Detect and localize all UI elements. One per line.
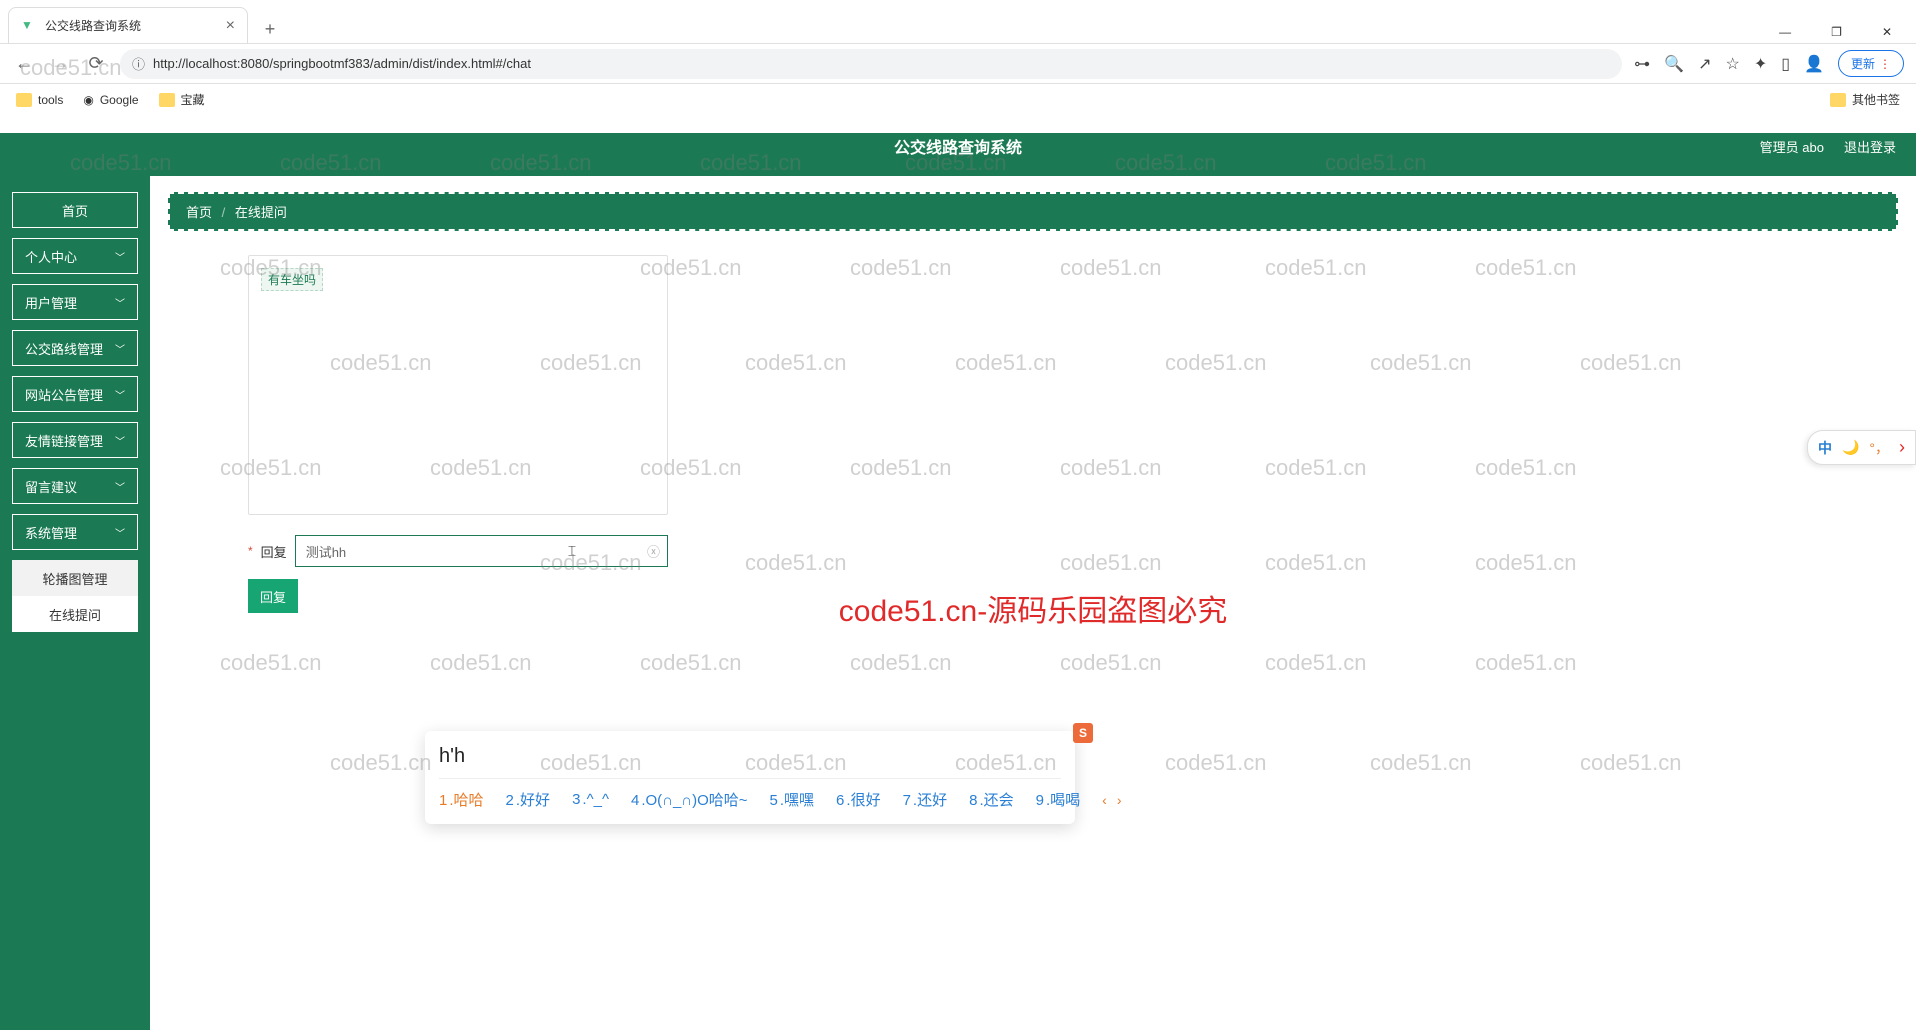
- sidebar-item-home[interactable]: 首页: [12, 192, 138, 228]
- folder-icon: [159, 93, 175, 107]
- reply-label: 回复: [261, 542, 287, 561]
- chevron-down-icon: ﹀: [115, 295, 125, 310]
- ime-buffer: h'h: [439, 741, 1061, 779]
- sidebar-submenu: 轮播图管理 在线提问: [12, 560, 138, 632]
- ime-candidate-7[interactable]: 7.还好: [903, 789, 948, 810]
- chevron-down-icon: ﹀: [115, 433, 125, 448]
- ime-candidates: 1.哈哈 2.好好 3.^_^ 4.O(∩_∩)O哈哈~ 5.嘿嘿 6.很好 7…: [439, 779, 1061, 810]
- reload-button[interactable]: ⟳: [84, 52, 108, 76]
- folder-icon: [1830, 93, 1846, 107]
- address-bar: ← → ⟳ ⓘ http://localhost:8080/springboot…: [0, 44, 1916, 84]
- scallop-decoration: [0, 115, 1916, 133]
- profile-icon[interactable]: 👤: [1804, 54, 1824, 74]
- chevron-down-icon: ﹀: [115, 249, 125, 264]
- app-title: 公交线路查询系统: [894, 134, 1022, 158]
- required-asterisk: *: [248, 544, 253, 558]
- submenu-carousel-mgmt[interactable]: 轮播图管理: [12, 560, 138, 596]
- chevron-down-icon: ﹀: [115, 341, 125, 356]
- reply-row: * 回复 ⌶ ⓧ: [248, 535, 668, 567]
- text-cursor-icon: ⌶: [568, 543, 576, 560]
- sidebar-item-busline-mgmt[interactable]: 公交路线管理﹀: [12, 330, 138, 366]
- panel-icon[interactable]: ▯: [1781, 54, 1790, 74]
- bookmarks-bar: tools ◉Google 宝藏 其他书签: [0, 84, 1916, 116]
- minimize-icon[interactable]: —: [1771, 21, 1799, 43]
- share-icon[interactable]: ↗: [1698, 54, 1711, 74]
- breadcrumb-current: 在线提问: [235, 205, 287, 220]
- watermark-red: code51.cn-源码乐园盗图必究: [839, 586, 1227, 630]
- key-icon[interactable]: ⊶: [1634, 54, 1650, 74]
- chevron-down-icon: ﹀: [115, 387, 125, 402]
- ime-candidate-5[interactable]: 5.嘿嘿: [770, 789, 815, 810]
- forward-button[interactable]: →: [48, 52, 72, 76]
- ime-prev-icon[interactable]: ‹: [1102, 792, 1107, 808]
- vue-favicon: ▼: [21, 18, 37, 34]
- chat-message: 有车坐吗: [261, 268, 323, 291]
- extensions-icon[interactable]: ✦: [1754, 54, 1767, 74]
- site-info-icon[interactable]: ⓘ: [132, 54, 145, 73]
- clear-input-icon[interactable]: ⓧ: [647, 542, 660, 561]
- moon-icon[interactable]: 🌙: [1842, 439, 1859, 456]
- bookmark-tools[interactable]: tools: [16, 93, 63, 107]
- breadcrumb: 首页 / 在线提问: [168, 192, 1898, 231]
- sidebar-item-feedback[interactable]: 留言建议﹀: [12, 468, 138, 504]
- back-button[interactable]: ←: [12, 52, 36, 76]
- update-button[interactable]: 更新 ⋮: [1838, 50, 1904, 77]
- content-area: 首页 / 在线提问 有车坐吗 * 回复 ⌶ ⓧ 回复 S h'h: [150, 176, 1916, 1030]
- sidebar-item-notice-mgmt[interactable]: 网站公告管理﹀: [12, 376, 138, 412]
- folder-icon: [16, 93, 32, 107]
- search-icon[interactable]: 🔍: [1664, 54, 1684, 74]
- logout-link[interactable]: 退出登录: [1844, 137, 1896, 156]
- browser-tab[interactable]: ▼ 公交线路查询系统 ×: [8, 7, 248, 43]
- sogou-ime-logo: S: [1073, 723, 1093, 743]
- url-input[interactable]: ⓘ http://localhost:8080/springbootmf383/…: [120, 49, 1622, 79]
- ime-next-icon[interactable]: ›: [1117, 792, 1122, 808]
- close-tab-icon[interactable]: ×: [226, 17, 235, 35]
- expand-arrow-icon[interactable]: ›: [1899, 437, 1905, 458]
- main-area: 首页 个人中心﹀ 用户管理﹀ 公交路线管理﹀ 网站公告管理﹀ 友情链接管理﹀ 留…: [0, 176, 1916, 1030]
- ime-candidate-9[interactable]: 9.喝喝: [1036, 789, 1081, 810]
- bookmark-baozang[interactable]: 宝藏: [159, 91, 205, 108]
- chevron-down-icon: ﹀: [115, 479, 125, 494]
- chevron-down-icon: ﹀: [115, 525, 125, 540]
- google-icon: ◉: [83, 93, 93, 107]
- ime-candidate-6[interactable]: 6.很好: [836, 789, 881, 810]
- sidebar-item-profile[interactable]: 个人中心﹀: [12, 238, 138, 274]
- ime-status-widget[interactable]: 中 🌙 °， ›: [1807, 430, 1916, 465]
- bookmark-google[interactable]: ◉Google: [83, 93, 138, 107]
- sidebar-item-user-mgmt[interactable]: 用户管理﹀: [12, 284, 138, 320]
- browser-tab-strip: ▼ 公交线路查询系统 × + — ❐ ✕: [0, 0, 1916, 44]
- new-tab-button[interactable]: +: [256, 15, 284, 43]
- ime-candidate-1[interactable]: 1.哈哈: [439, 789, 484, 810]
- maximize-icon[interactable]: ❐: [1823, 21, 1850, 43]
- chat-box: 有车坐吗 * 回复 ⌶ ⓧ 回复: [248, 255, 668, 613]
- ime-popup: S h'h 1.哈哈 2.好好 3.^_^ 4.O(∩_∩)O哈哈~ 5.嘿嘿 …: [425, 731, 1075, 824]
- url-text: http://localhost:8080/springbootmf383/ad…: [153, 56, 531, 71]
- ime-candidate-8[interactable]: 8.还会: [969, 789, 1014, 810]
- breadcrumb-home[interactable]: 首页: [186, 205, 212, 220]
- breadcrumb-separator: /: [222, 205, 226, 220]
- current-user[interactable]: 管理员 abo: [1760, 137, 1824, 156]
- ime-candidate-2[interactable]: 2.好好: [506, 789, 551, 810]
- ime-lang-indicator[interactable]: 中: [1818, 438, 1832, 458]
- punct-icon[interactable]: °，: [1869, 438, 1889, 458]
- reply-button[interactable]: 回复: [248, 579, 298, 613]
- sidebar-item-links-mgmt[interactable]: 友情链接管理﹀: [12, 422, 138, 458]
- sidebar: 首页 个人中心﹀ 用户管理﹀ 公交路线管理﹀ 网站公告管理﹀ 友情链接管理﹀ 留…: [0, 176, 150, 1030]
- reply-input[interactable]: [295, 535, 668, 567]
- bookmark-star-icon[interactable]: ☆: [1726, 54, 1740, 74]
- message-panel[interactable]: 有车坐吗: [248, 255, 668, 515]
- window-controls: — ❐ ✕: [1771, 21, 1916, 43]
- tab-title: 公交线路查询系统: [45, 17, 141, 34]
- submenu-online-question[interactable]: 在线提问: [12, 596, 138, 632]
- ime-candidate-4[interactable]: 4.O(∩_∩)O哈哈~: [631, 789, 748, 810]
- ime-candidate-3[interactable]: 3.^_^: [572, 791, 609, 808]
- sidebar-item-system-mgmt[interactable]: 系统管理﹀: [12, 514, 138, 550]
- bookmark-other[interactable]: 其他书签: [1830, 91, 1900, 108]
- close-window-icon[interactable]: ✕: [1874, 21, 1900, 43]
- app-header: 公交线路查询系统 管理员 abo 退出登录: [0, 116, 1916, 176]
